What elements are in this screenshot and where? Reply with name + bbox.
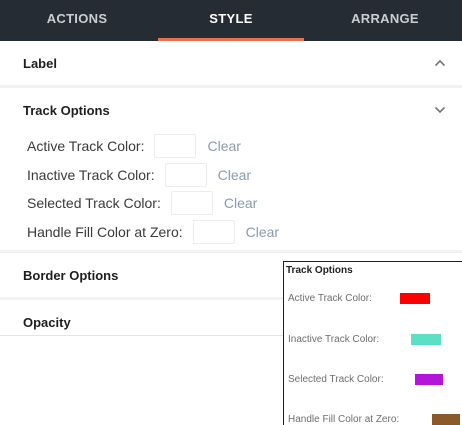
- chevron-down-icon[interactable]: [432, 102, 448, 118]
- track-options-list: Active Track Color: Clear Inactive Track…: [0, 132, 462, 250]
- track-options-section-header[interactable]: Track Options: [0, 88, 462, 132]
- handle-fill-color-label: Handle Fill Color at Zero:: [27, 223, 183, 240]
- inactive-track-color-clear-link[interactable]: Clear: [218, 167, 251, 183]
- popup-selected-track-color-label: Selected Track Color:: [288, 373, 384, 385]
- popup-active-track-color-label: Active Track Color:: [288, 292, 372, 304]
- label-section-header[interactable]: Label: [0, 41, 462, 85]
- selected-track-color-clear-link[interactable]: Clear: [224, 195, 257, 211]
- active-track-color-clear-link[interactable]: Clear: [207, 138, 240, 154]
- popup-handle-fill-color-swatch[interactable]: [432, 413, 460, 425]
- inactive-track-color-row: Inactive Track Color: Clear: [27, 161, 462, 190]
- chevron-up-icon[interactable]: [432, 55, 448, 71]
- active-track-color-swatch[interactable]: [154, 134, 197, 159]
- selected-track-color-label: Selected Track Color:: [27, 195, 161, 212]
- popup-inactive-track-color-row: Inactive Track Color:: [288, 327, 462, 351]
- tab-style[interactable]: STYLE: [154, 0, 308, 41]
- tab-arrange[interactable]: ARRANGE: [308, 0, 462, 41]
- popup-title: Track Options: [286, 265, 353, 276]
- popup-inactive-track-color-label: Inactive Track Color:: [288, 333, 380, 345]
- inactive-track-color-swatch[interactable]: [164, 162, 207, 187]
- popup-inactive-track-color-swatch[interactable]: [411, 333, 441, 345]
- track-options-preview-popup: Track Options Active Track Color: Inacti…: [283, 261, 462, 425]
- handle-fill-color-clear-link[interactable]: Clear: [246, 224, 279, 240]
- handle-fill-color-swatch[interactable]: [192, 219, 235, 244]
- handle-fill-color-row: Handle Fill Color at Zero: Clear: [27, 218, 462, 247]
- popup-active-track-color-row: Active Track Color:: [288, 286, 462, 310]
- border-options-section-title: Border Options: [23, 267, 119, 283]
- active-track-color-row: Active Track Color: Clear: [27, 132, 462, 161]
- tab-actions[interactable]: ACTIONS: [0, 0, 154, 41]
- opacity-section-title: Opacity: [23, 314, 71, 330]
- selected-track-color-row: Selected Track Color: Clear: [27, 189, 462, 218]
- track-options-section-title: Track Options: [23, 102, 110, 118]
- tab-bar: ACTIONS STYLE ARRANGE: [0, 0, 462, 41]
- inactive-track-color-label: Inactive Track Color:: [27, 166, 155, 183]
- label-section-title: Label: [23, 55, 57, 71]
- popup-selected-track-color-swatch[interactable]: [415, 373, 443, 385]
- active-track-color-label: Active Track Color:: [27, 138, 145, 155]
- popup-selected-track-color-row: Selected Track Color:: [288, 367, 462, 391]
- popup-handle-fill-color-label: Handle Fill Color at Zero:: [288, 413, 400, 425]
- popup-handle-fill-color-row: Handle Fill Color at Zero:: [288, 407, 462, 425]
- popup-active-track-color-swatch[interactable]: [400, 292, 430, 304]
- selected-track-color-swatch[interactable]: [170, 191, 213, 216]
